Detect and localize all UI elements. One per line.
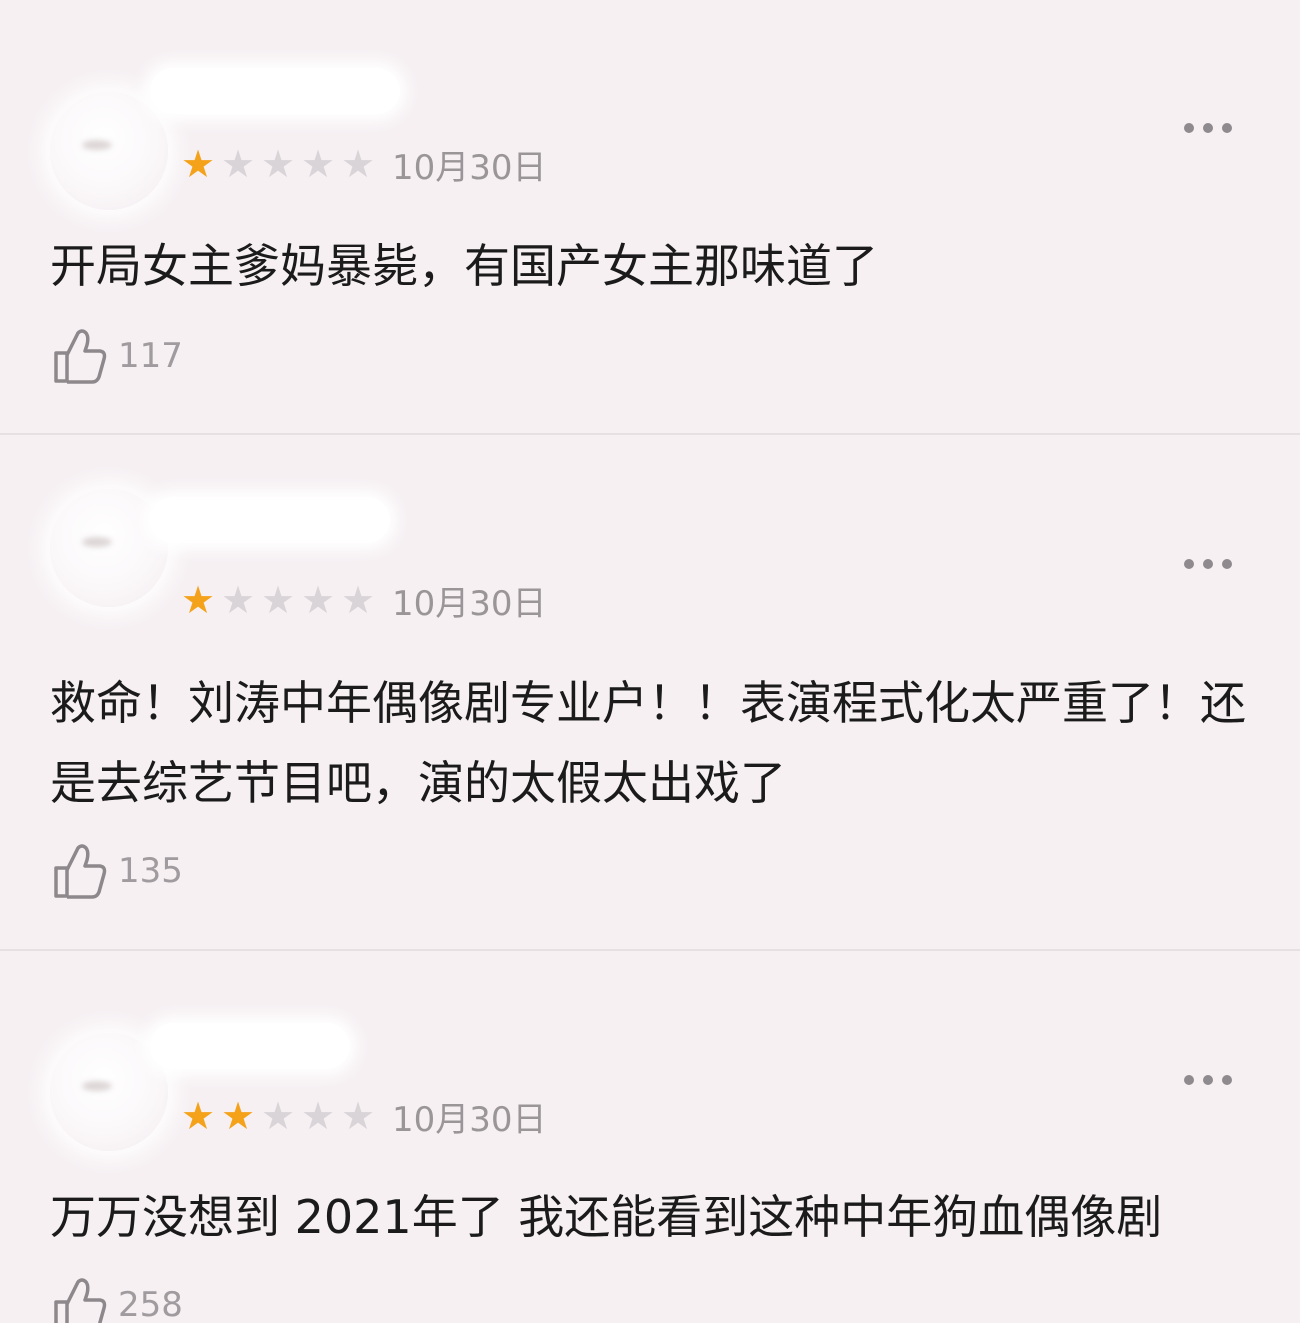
username-redacted [150,497,390,543]
review-feed: ★ ★ ★ ★ ★ 10月30日 开局女主爹妈暴毙，有国产女主那味道了 117 … [0,0,1300,1323]
more-dots-icon[interactable] [1184,1073,1232,1087]
review-text: 开局女主爹妈暴毙，有国产女主那味道了 [50,239,878,293]
review-item: ★ ★ ★ ★ ★ 10月30日 开局女主爹妈暴毙，有国产女主那味道了 117 [0,0,1300,435]
like-button[interactable]: 258 [52,1275,183,1323]
review-meta: ★ ★ ★ ★ ★ 10月30日 [178,580,547,624]
star-icon: ★ [340,1094,376,1138]
star-rating: ★ ★ ★ ★ ★ [178,580,378,620]
like-count: 135 [118,851,183,891]
review-date: 10月30日 [392,583,547,624]
star-icon: ★ [340,142,376,186]
username-redacted [150,1023,350,1069]
thumbs-up-icon [54,329,107,384]
star-icon: ★ [180,1094,216,1138]
star-icon: ★ [220,578,256,622]
review-text: 救命！刘涛中年偶像剧专业户！！表演程式化太严重了！还是去综艺节目吧，演的太假太出… [50,676,1246,810]
star-icon: ★ [260,1094,296,1138]
avatar[interactable] [50,489,168,607]
like-count: 117 [118,336,183,376]
star-icon: ★ [220,1094,256,1138]
more-dots-icon[interactable] [1184,557,1232,571]
star-icon: ★ [180,142,216,186]
username-redacted [150,68,400,114]
like-count: 258 [118,1285,183,1323]
star-icon: ★ [340,578,376,622]
star-rating: ★ ★ ★ ★ ★ [178,1096,378,1136]
star-icon: ★ [300,578,336,622]
thumbs-up-icon [54,1278,107,1323]
review-item: ★ ★ ★ ★ ★ 10月30日 救命！刘涛中年偶像剧专业户！！表演程式化太严重… [0,435,1300,951]
star-icon: ★ [180,578,216,622]
more-dots-icon[interactable] [1184,121,1232,135]
star-icon: ★ [260,142,296,186]
star-icon: ★ [220,142,256,186]
like-button[interactable]: 117 [52,326,183,386]
like-button[interactable]: 135 [52,841,183,901]
star-icon: ★ [300,1094,336,1138]
review-text: 万万没想到 2021年了 我还能看到这种中年狗血偶像剧 [50,1190,1163,1244]
star-rating: ★ ★ ★ ★ ★ [178,144,378,184]
star-icon: ★ [260,578,296,622]
review-meta: ★ ★ ★ ★ ★ 10月30日 [178,144,547,188]
review-meta: ★ ★ ★ ★ ★ 10月30日 [178,1096,547,1140]
review-date: 10月30日 [392,1099,547,1140]
review-item: ★ ★ ★ ★ ★ 10月30日 万万没想到 2021年了 我还能看到这种中年狗… [0,951,1300,1323]
avatar[interactable] [50,92,168,210]
star-icon: ★ [300,142,336,186]
thumbs-up-icon [54,844,107,899]
review-date: 10月30日 [392,147,547,188]
